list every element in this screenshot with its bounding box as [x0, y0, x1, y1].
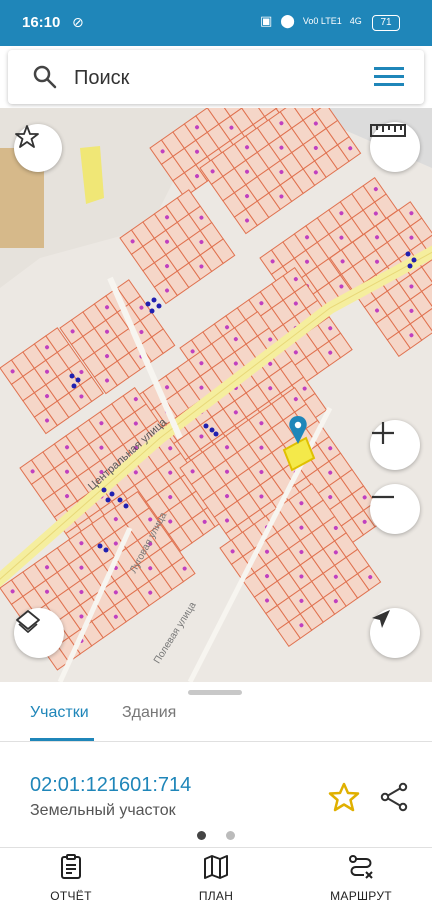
- nav-plan-label: ПЛАН: [198, 889, 234, 903]
- cadastral-number[interactable]: 02:01:121601:714: [30, 774, 191, 797]
- tab-buildings[interactable]: Здания: [122, 704, 176, 722]
- navigation-arrow-icon: [372, 610, 390, 628]
- minus-icon: [372, 495, 394, 499]
- bottom-sheet: Участки Здания 02:01:121601:714 Земельны…: [0, 682, 432, 910]
- sync-icon: ⊘: [72, 14, 84, 30]
- nav-route-button[interactable]: МАРШРУТ: [306, 854, 416, 903]
- layers-button[interactable]: [14, 608, 64, 658]
- nav-route-label: МАРШРУТ: [330, 889, 392, 903]
- battery-icon: 71: [372, 15, 400, 31]
- zoom-in-button[interactable]: [370, 420, 420, 470]
- page-indicator-dot-active: [197, 831, 206, 840]
- ruler-icon: [370, 124, 406, 137]
- search-icon[interactable]: [32, 64, 58, 95]
- nav-divider: [0, 847, 432, 848]
- plus-icon: [372, 422, 394, 444]
- tab-divider: [0, 741, 432, 742]
- tab-parcels[interactable]: Участки: [30, 704, 89, 722]
- favorites-button[interactable]: [14, 124, 62, 172]
- search-bar: [8, 50, 424, 104]
- nav-plan-button[interactable]: ПЛАН: [161, 854, 271, 903]
- add-favorite-star-icon[interactable]: [328, 782, 360, 817]
- location-icon: ⬤: [280, 13, 295, 28]
- status-time: 16:10: [22, 14, 61, 31]
- map-plan-icon: [204, 855, 228, 879]
- drag-handle[interactable]: [188, 690, 242, 695]
- my-location-button[interactable]: [370, 608, 420, 658]
- nav-report-label: ОТЧЁТ: [50, 889, 92, 903]
- status-bar: 16:10 ⊘ ▣ ⬤ Vo0 LTE1 4G 71: [0, 0, 432, 46]
- ruler-button[interactable]: [370, 122, 420, 172]
- layers-icon: [16, 610, 40, 633]
- map-canvas[interactable]: [0, 108, 432, 682]
- star-outline-icon: [15, 125, 39, 148]
- zoom-out-button[interactable]: [370, 484, 420, 534]
- network-label: Vo0 LTE1: [302, 16, 342, 26]
- nav-report-button[interactable]: ОТЧЁТ: [16, 854, 126, 903]
- cadastral-map[interactable]: Центральная улица Луговая улица Полевая …: [0, 108, 432, 682]
- search-input[interactable]: [72, 60, 346, 96]
- report-icon: [61, 854, 81, 879]
- nfc-icon: ▣: [260, 13, 273, 28]
- object-type: Земельный участок: [30, 802, 176, 819]
- share-icon[interactable]: [380, 782, 410, 817]
- hamburger-menu-icon[interactable]: [374, 66, 404, 93]
- status-icons: ▣ ⬤ Vo0 LTE1 4G: [260, 13, 362, 29]
- signal-label: 4G: [349, 16, 362, 26]
- route-icon: [349, 855, 373, 879]
- page-indicator-dot: [226, 831, 235, 840]
